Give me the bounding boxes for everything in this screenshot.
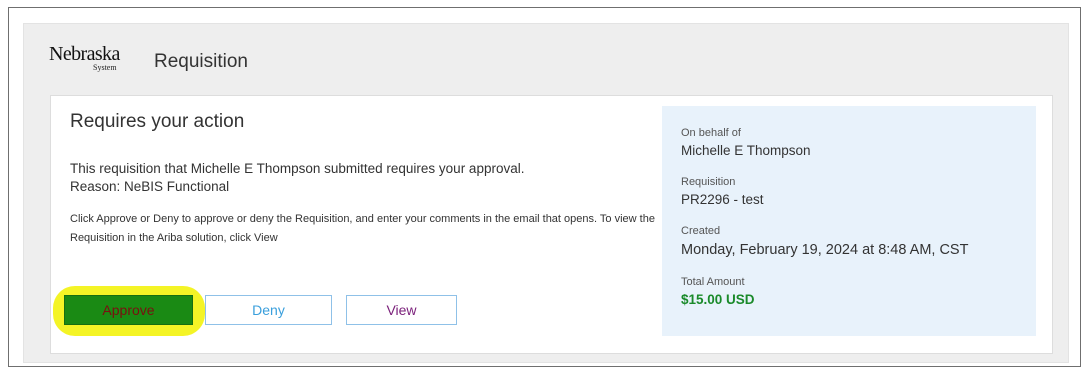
approve-button[interactable]: Approve bbox=[64, 295, 193, 325]
logo-wordmark: Nebraska bbox=[49, 43, 120, 65]
deny-button[interactable]: Deny bbox=[205, 295, 332, 325]
page-title: Requisition bbox=[154, 51, 248, 72]
on-behalf-value: Michelle E Thompson bbox=[681, 143, 811, 158]
instructions-text: Click Approve or Deny to approve or deny… bbox=[70, 213, 655, 244]
requisition-value: PR2296 - test bbox=[681, 192, 764, 207]
panel-header: Nebraska System Requisition bbox=[24, 24, 1068, 90]
total-amount-value: $15.00 USD bbox=[681, 292, 755, 307]
nebraska-logo: Nebraska System bbox=[49, 43, 141, 79]
requisition-panel: Nebraska System Requisition Requires you… bbox=[23, 23, 1069, 363]
view-button[interactable]: View bbox=[346, 295, 457, 325]
requisition-label: Requisition bbox=[681, 176, 736, 188]
approval-message: This requisition that Michelle E Thompso… bbox=[70, 161, 525, 176]
total-amount-label: Total Amount bbox=[681, 276, 745, 288]
reason-message: Reason: NeBIS Functional bbox=[70, 179, 230, 194]
on-behalf-label: On behalf of bbox=[681, 127, 741, 139]
card-title: Requires your action bbox=[70, 111, 245, 132]
email-frame: Nebraska System Requisition Requires you… bbox=[8, 7, 1081, 367]
created-value: Monday, February 19, 2024 at 8:48 AM, CS… bbox=[681, 242, 969, 258]
logo-subtext: System bbox=[93, 63, 117, 72]
created-label: Created bbox=[681, 225, 721, 237]
requisition-summary: On behalf of Michelle E Thompson Requisi… bbox=[662, 106, 1036, 336]
action-card: Requires your action This requisition th… bbox=[50, 95, 1053, 354]
